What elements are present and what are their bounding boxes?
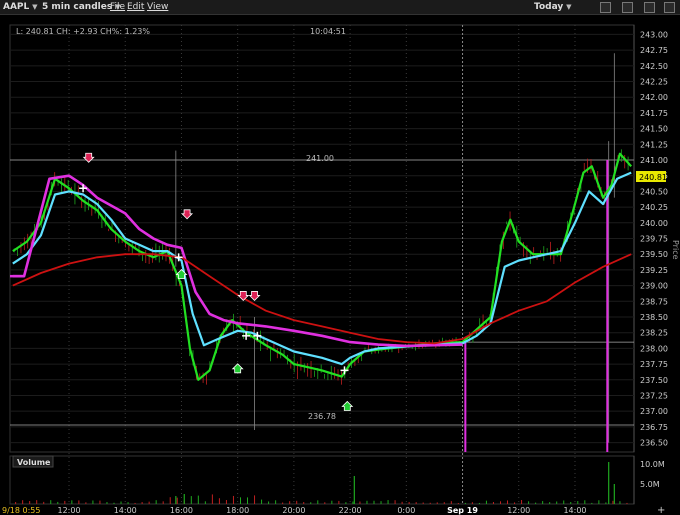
volume-bars — [15, 462, 628, 504]
price-tick-label: 238.50 — [640, 313, 668, 322]
red-series-line — [12, 253, 632, 345]
time-tick-label: 18:00 — [226, 506, 249, 515]
indicator-lines — [12, 152, 633, 381]
green-series-line — [12, 152, 633, 381]
price-tick-label: 238.25 — [640, 329, 668, 338]
price-tick-label: 242.25 — [640, 78, 668, 87]
time-tick-label: 20:00 — [282, 506, 305, 515]
price-tick-label: 237.50 — [640, 376, 668, 385]
chart-area[interactable]: 243.00 242.75 242.50 242.25 242.00 241.75 241.… — [0, 15, 680, 515]
menu-view[interactable]: View — [147, 1, 168, 13]
sell-signal-arrow — [181, 209, 194, 220]
hline-lower-label: 236.78 — [308, 412, 336, 421]
menu-edit[interactable]: Edit — [127, 1, 144, 13]
time-tick-label: 16:00 — [170, 506, 193, 515]
time-tick-label: 22:00 — [339, 506, 362, 515]
price-tick-label: 243.00 — [640, 30, 668, 39]
price-tick-label: 238.75 — [640, 297, 668, 306]
price-tick-label: 242.00 — [640, 93, 668, 102]
price-tick-label: 237.25 — [640, 391, 668, 400]
price-tick-label: 236.50 — [640, 439, 668, 448]
interval-label: 5 min candles — [42, 2, 113, 12]
menu-file[interactable]: File — [110, 1, 125, 13]
price-tick-label: 242.50 — [640, 62, 668, 71]
add-symbol-button[interactable]: + — [657, 505, 665, 515]
price-tick-label: 241.75 — [640, 109, 668, 118]
volume-title: Volume — [17, 458, 51, 467]
time-tick-label: 12:00 — [507, 506, 530, 515]
window-toolbar: AAPL ▼ 5 min candles ▼ File Edit View To… — [0, 0, 680, 15]
price-tick-label: 242.75 — [640, 46, 668, 55]
price-tick-label: 240.00 — [640, 219, 668, 228]
price-tick-label: 239.25 — [640, 266, 668, 275]
quote-info: L: 240.81 CH: +2.93 CH%: 1.23% — [16, 27, 150, 36]
price-tick-label: 240.50 — [640, 187, 668, 196]
price-tick-label: 239.75 — [640, 235, 668, 244]
start-stamp: 9/18 0:55 — [2, 506, 40, 515]
horizontal-grid — [10, 33, 634, 444]
chevron-down-icon: ▼ — [566, 3, 572, 11]
time-axis-ticks: 12:00 14:00 16:00 18:00 20:00 22:00 0:00 Sep 19… — [57, 506, 586, 515]
menu-edit-label: Edit — [127, 2, 145, 12]
price-tick-label: 241.25 — [640, 140, 668, 149]
menu-file-label: File — [110, 2, 126, 12]
menu-view-label: View — [147, 2, 169, 12]
volume-tick-5m: 5.0M — [640, 480, 660, 489]
symbol-label: AAPL — [3, 2, 30, 12]
price-tick-label: 239.00 — [640, 282, 668, 291]
symbol-selector[interactable]: AAPL ▼ — [3, 1, 38, 13]
price-tick-label: 241.50 — [640, 125, 668, 134]
price-tick-label: 237.00 — [640, 407, 668, 416]
price-tick-label: 238.00 — [640, 344, 668, 353]
time-tick-label: 0:00 — [397, 506, 415, 515]
period-selector[interactable]: Today ▼ — [534, 1, 572, 13]
crosshair-time: 10:04:51 — [310, 27, 346, 36]
sell-signal-arrow — [82, 152, 95, 163]
time-tick-label: Sep 19 — [447, 506, 478, 515]
close-button[interactable] — [644, 2, 655, 13]
price-axis-label: Price — [671, 240, 680, 260]
buy-signal-arrow — [341, 400, 354, 411]
time-tick-label: 12:00 — [57, 506, 80, 515]
minimize-button[interactable] — [622, 2, 633, 13]
interval-selector[interactable]: 5 min candles ▼ — [42, 1, 120, 13]
price-tick-label: 236.75 — [640, 423, 668, 432]
period-label: Today — [534, 2, 564, 12]
chevron-down-icon: ▼ — [32, 3, 38, 11]
sell-signal-arrow — [248, 291, 261, 301]
reference-lines — [10, 159, 634, 426]
time-tick-label: 14:00 — [114, 506, 137, 515]
price-tick-label: 237.75 — [640, 360, 668, 369]
buy-signal-arrow — [231, 363, 244, 374]
volume-tick-10m: 10.0M — [640, 460, 665, 469]
menu-button[interactable] — [664, 2, 675, 13]
time-tick-label: 14:00 — [563, 506, 586, 515]
restore-button[interactable] — [600, 2, 611, 13]
price-tick-label: 240.25 — [640, 203, 668, 212]
hline-upper-label: 241.00 — [306, 154, 334, 163]
price-axis-ticks: 243.00 242.75 242.50 242.25 242.00 241.75 241.… — [640, 30, 668, 447]
last-price-label: 240.81 — [639, 173, 667, 182]
price-tick-label: 239.50 — [640, 250, 668, 259]
volume-panel-frame — [9, 455, 635, 505]
price-tick-label: 241.00 — [640, 156, 668, 165]
